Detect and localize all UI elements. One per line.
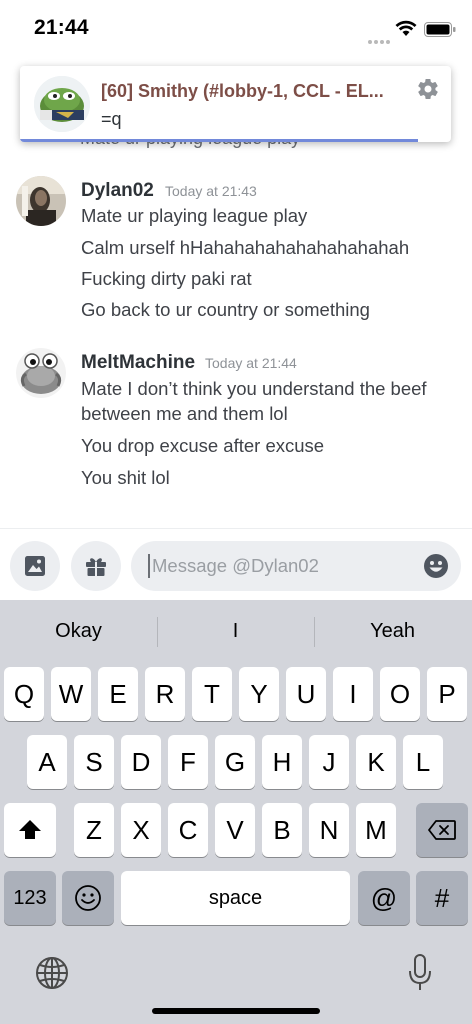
key-x[interactable]: X (121, 803, 161, 857)
key-w[interactable]: W (51, 667, 91, 721)
message-composer: Message @Dylan02 (0, 528, 472, 600)
message-text: Calm urself hHahahahahahahahahahah (81, 237, 410, 258)
key-i[interactable]: I (333, 667, 373, 721)
message-text: You drop excuse after excuse (81, 435, 325, 456)
emoji-keyboard-icon (75, 885, 101, 911)
key-p[interactable]: P (427, 667, 467, 721)
key-v[interactable]: V (215, 803, 255, 857)
notification-body: =q (101, 109, 122, 129)
key-z[interactable]: Z (74, 803, 114, 857)
gift-icon (86, 558, 106, 576)
key-u[interactable]: U (286, 667, 326, 721)
gift-button[interactable] (71, 541, 121, 591)
key-f[interactable]: F (168, 735, 208, 789)
message-author[interactable]: Dylan02 (81, 180, 154, 202)
key-e[interactable]: E (98, 667, 138, 721)
key-n[interactable]: N (309, 803, 349, 857)
signal-icon (368, 31, 394, 44)
message-author[interactable]: MeltMachine (81, 352, 195, 374)
key-q[interactable]: Q (4, 667, 44, 721)
key-t[interactable]: T (192, 667, 232, 721)
message-timestamp: Today at 21:44 (205, 355, 297, 371)
suggestion-item[interactable]: I (157, 620, 314, 643)
key-y[interactable]: Y (239, 667, 279, 721)
key-o[interactable]: O (380, 667, 420, 721)
numbers-key[interactable]: 123 (4, 871, 56, 925)
microphone-icon[interactable] (406, 953, 434, 993)
notification-progress (20, 139, 418, 142)
suggestion-item[interactable]: Okay (0, 620, 157, 643)
suggestion-item[interactable]: Yeah (314, 620, 471, 643)
home-indicator[interactable] (152, 1008, 320, 1014)
message-text: Mate I don’t think you understand the be… (81, 378, 427, 399)
at-key[interactable]: @ (358, 871, 410, 925)
key-c[interactable]: C (168, 803, 208, 857)
message-timestamp: Today at 21:43 (165, 183, 257, 199)
key-r[interactable]: R (145, 667, 185, 721)
emoji-icon[interactable] (423, 553, 449, 579)
hash-key[interactable]: # (416, 871, 468, 925)
key-b[interactable]: B (262, 803, 302, 857)
avatar[interactable] (16, 348, 66, 398)
text-caret (148, 554, 150, 578)
status-bar: 21:44 (0, 0, 472, 56)
key-k[interactable]: K (356, 735, 396, 789)
key-h[interactable]: H (262, 735, 302, 789)
notification-title: [60] Smithy (#lobby-1, CCL - EL... (101, 81, 384, 101)
space-key[interactable]: space (121, 871, 350, 925)
gear-icon[interactable] (416, 77, 440, 101)
message-text: Fucking dirty paki rat (81, 268, 252, 289)
key-s[interactable]: S (74, 735, 114, 789)
message-placeholder: Message @Dylan02 (152, 555, 319, 576)
message-text: You shit lol (81, 467, 170, 488)
attach-image-button[interactable] (10, 541, 60, 591)
backspace-key[interactable] (416, 803, 468, 857)
globe-icon[interactable] (34, 955, 70, 991)
message-text: Go back to ur country or something (81, 299, 370, 320)
emoji-key[interactable] (62, 871, 114, 925)
backspace-icon (428, 820, 456, 840)
message-text: Mate ur playing league play (81, 205, 308, 226)
key-d[interactable]: D (121, 735, 161, 789)
message-input[interactable]: Message @Dylan02 (131, 541, 461, 591)
notification-banner[interactable]: [60] Smithy (#lobby-1, CCL - EL... =q (20, 66, 451, 142)
suggestion-bar: Okay I Yeah (0, 600, 472, 664)
key-m[interactable]: M (356, 803, 396, 857)
battery-icon (424, 22, 456, 37)
image-icon (25, 556, 45, 576)
avatar[interactable] (16, 176, 66, 226)
keyboard: Okay I Yeah Q W E R T Y U I O P A S D F … (0, 600, 472, 1024)
shift-key[interactable] (4, 803, 56, 857)
shift-icon (19, 820, 41, 839)
status-time: 21:44 (34, 16, 89, 39)
key-a[interactable]: A (27, 735, 67, 789)
message-text: between me and them lol (81, 403, 288, 424)
key-j[interactable]: J (309, 735, 349, 789)
wifi-icon (395, 20, 417, 36)
key-l[interactable]: L (403, 735, 443, 789)
notification-avatar (34, 76, 90, 132)
key-g[interactable]: G (215, 735, 255, 789)
